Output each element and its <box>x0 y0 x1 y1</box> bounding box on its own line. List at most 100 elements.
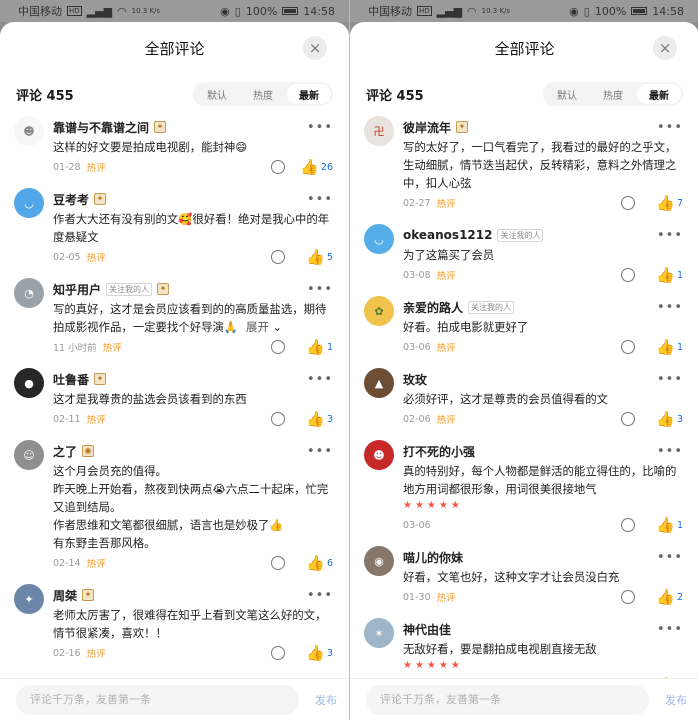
comment-header: 亲爱的路人 关注我的人 ••• <box>403 296 683 318</box>
avatar[interactable]: ✶ <box>364 618 394 648</box>
comment-list[interactable]: 卍 彼岸流年 ✦ ••• 写的太好了，一口气看完了，我看过的最好的之乎文，生动细… <box>350 114 698 678</box>
username[interactable]: 喵儿的你妹 <box>403 549 463 566</box>
more-dots-icon[interactable]: ••• <box>307 120 333 135</box>
username[interactable]: 吐鲁番 <box>53 371 89 388</box>
more-dots-icon[interactable]: ••• <box>657 300 683 315</box>
like-button[interactable]: 👍 3 <box>293 410 333 428</box>
username[interactable]: 打不死的小强 <box>403 443 475 460</box>
tab-hot[interactable]: 热度 <box>591 84 635 104</box>
more-dots-icon[interactable]: ••• <box>657 550 683 565</box>
comment-bubble-icon[interactable] <box>621 268 635 282</box>
sort-tabs: 默认 热度 最新 <box>543 82 683 106</box>
more-dots-icon[interactable]: ••• <box>657 120 683 135</box>
like-button[interactable]: 👍2 <box>643 588 683 606</box>
hot-label[interactable]: 热评 <box>87 160 106 174</box>
avatar[interactable]: ☻ <box>14 116 44 146</box>
avatar[interactable]: ☺ <box>14 440 44 470</box>
comment-list[interactable]: ☻ 靠谱与不靠谱之间 ✦ ••• 这样的好文要是拍成电视剧，能封神😄 01-28… <box>0 114 349 678</box>
avatar[interactable]: ☻ <box>364 440 394 470</box>
comment-bubble-icon[interactable] <box>621 412 635 426</box>
comment-bubble-icon[interactable] <box>271 340 285 354</box>
like-button[interactable]: 👍 1 <box>643 266 683 284</box>
like-button[interactable]: 👍 1 <box>643 338 683 356</box>
close-button[interactable]: × <box>303 36 327 60</box>
avatar[interactable]: 卍 <box>364 116 394 146</box>
comment-meta: 01-28 热评 👍 26 <box>53 156 333 178</box>
more-dots-icon[interactable]: ••• <box>657 228 683 243</box>
hot-label[interactable]: 热评 <box>103 340 122 354</box>
comment-bubble-icon[interactable] <box>621 196 635 210</box>
hot-label[interactable]: 热评 <box>437 412 456 426</box>
username[interactable]: 豆考考 <box>53 191 89 208</box>
comment-bubble-icon[interactable] <box>271 160 285 174</box>
avatar[interactable]: ◡ <box>364 224 394 254</box>
comment-body: 靠谱与不靠谱之间 ✦ ••• 这样的好文要是拍成电视剧，能封神😄 01-28 热… <box>53 116 333 178</box>
more-dots-icon[interactable]: ••• <box>307 588 333 603</box>
username[interactable]: 玫玫 <box>403 371 427 388</box>
avatar[interactable]: ◔ <box>14 278 44 308</box>
username[interactable]: okeanos1212 <box>403 228 492 242</box>
comment-bubble-icon[interactable] <box>621 340 635 354</box>
username[interactable]: 靠谱与不靠谱之间 <box>53 119 149 136</box>
like-button[interactable]: 👍 3 <box>293 644 333 662</box>
tab-hot[interactable]: 热度 <box>241 84 285 104</box>
like-button[interactable]: 👍 5 <box>293 248 333 266</box>
like-button[interactable]: 👍 1 <box>293 338 333 356</box>
avatar[interactable]: ✦ <box>14 584 44 614</box>
comment-input[interactable]: 评论千万条，友善第一条 <box>16 684 299 715</box>
more-dots-icon[interactable]: ••• <box>307 372 333 387</box>
hot-label[interactable]: 热评 <box>437 340 456 354</box>
tab-latest[interactable]: 最新 <box>637 84 681 104</box>
hot-label[interactable]: 热评 <box>437 268 456 282</box>
more-dots-icon[interactable]: ••• <box>307 282 333 297</box>
comment-item: ● 吐鲁番 ✦ ••• 这才是我尊贵的盐选会员该看到的东西 02-11 热评 👍… <box>0 366 349 438</box>
comment-header: 彼岸流年 ✦ ••• <box>403 116 683 138</box>
avatar[interactable]: ● <box>14 368 44 398</box>
hot-label[interactable]: 热评 <box>87 412 106 426</box>
avatar[interactable]: ✿ <box>364 296 394 326</box>
publish-button[interactable]: 发布 <box>665 692 687 708</box>
more-dots-icon[interactable]: ••• <box>657 444 683 459</box>
rating-stars: ★★★★★ <box>403 660 463 671</box>
comment-bubble-icon[interactable] <box>271 250 285 264</box>
more-dots-icon[interactable]: ••• <box>307 444 333 459</box>
tab-latest[interactable]: 最新 <box>287 84 331 104</box>
username[interactable]: 神代由佳 <box>403 621 451 638</box>
comment-toolbar: 评论 455 默认 热度 最新 <box>0 74 349 114</box>
like-button[interactable]: 👍 7 <box>643 194 683 212</box>
hot-label[interactable]: 热评 <box>437 590 456 604</box>
avatar[interactable]: ◉ <box>364 546 394 576</box>
hot-label[interactable]: 热评 <box>437 196 456 210</box>
more-dots-icon[interactable]: ••• <box>657 622 683 637</box>
comment-bubble-icon[interactable] <box>621 590 635 604</box>
avatar[interactable]: ▲ <box>364 368 394 398</box>
username[interactable]: 周桀 <box>53 587 77 604</box>
tab-default[interactable]: 默认 <box>545 84 589 104</box>
username[interactable]: 知乎用户 <box>53 281 101 298</box>
comment-meta: 11 小时前 热评 👍 1 <box>53 336 333 358</box>
close-button[interactable]: × <box>653 36 677 60</box>
like-button[interactable]: 👍 26 <box>293 158 333 176</box>
avatar[interactable]: ◡ <box>14 188 44 218</box>
publish-button[interactable]: 发布 <box>315 692 337 708</box>
comment-bubble-icon[interactable] <box>271 646 285 660</box>
more-dots-icon[interactable]: ••• <box>307 192 333 207</box>
like-button[interactable]: 👍 3 <box>643 410 683 428</box>
like-button[interactable]: 👍 1 <box>643 516 683 534</box>
comment-bubble-icon[interactable] <box>621 518 635 532</box>
username[interactable]: 彼岸流年 <box>403 119 451 136</box>
chevron-down-icon[interactable]: ⌄ <box>269 320 282 334</box>
username[interactable]: 亲爱的路人 <box>403 299 463 316</box>
hot-label[interactable]: 热评 <box>87 556 106 570</box>
verified-badge-icon: ◉ <box>82 445 95 457</box>
hot-label[interactable]: 热评 <box>87 250 106 264</box>
like-button[interactable]: 👍 6 <box>293 554 333 572</box>
hot-label[interactable]: 热评 <box>87 646 106 660</box>
username[interactable]: 之了 <box>53 443 77 460</box>
comment-input[interactable]: 评论千万条，友善第一条 <box>366 684 649 715</box>
comment-bubble-icon[interactable] <box>271 412 285 426</box>
expand-button[interactable]: 展开 <box>246 320 269 334</box>
tab-default[interactable]: 默认 <box>195 84 239 104</box>
comment-bubble-icon[interactable] <box>271 556 285 570</box>
more-dots-icon[interactable]: ••• <box>657 372 683 387</box>
